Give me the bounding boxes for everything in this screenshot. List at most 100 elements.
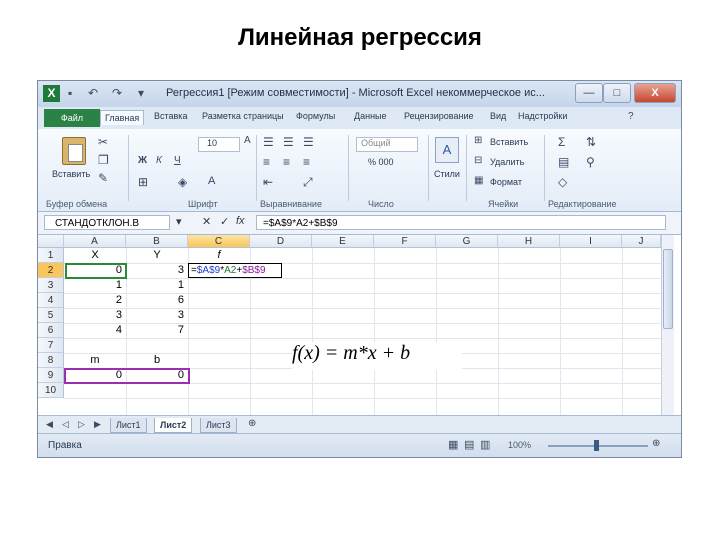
- page-break-view-icon[interactable]: ▥: [480, 438, 490, 451]
- cell-a8[interactable]: m: [64, 353, 126, 368]
- column-header-h[interactable]: H: [498, 235, 560, 248]
- find-select-icon[interactable]: ⚲: [586, 155, 595, 169]
- cell-a4[interactable]: 2: [64, 293, 122, 308]
- tab-insert[interactable]: Вставка: [154, 111, 187, 121]
- sheet-tab-2[interactable]: Лист2: [154, 418, 193, 433]
- minimize-button[interactable]: —: [575, 83, 603, 103]
- copy-icon[interactable]: ❐: [98, 153, 109, 167]
- row-header-6[interactable]: 6: [38, 323, 64, 338]
- bold-button[interactable]: Ж: [138, 155, 147, 166]
- cell-b6[interactable]: 7: [126, 323, 184, 338]
- new-sheet-icon[interactable]: ⊕: [248, 418, 256, 429]
- sheet-nav-next-icon[interactable]: ▷: [78, 419, 85, 430]
- tab-data[interactable]: Данные: [354, 111, 387, 121]
- align-bottom-icon[interactable]: ☰: [303, 135, 314, 149]
- zoom-level[interactable]: 100%: [508, 440, 531, 450]
- autosum-icon[interactable]: Σ: [558, 135, 565, 149]
- row-header-9[interactable]: 9: [38, 368, 64, 383]
- normal-view-icon[interactable]: ▦: [448, 438, 458, 451]
- zoom-slider-knob[interactable]: [594, 440, 599, 451]
- clear-icon[interactable]: ◇: [558, 175, 567, 189]
- column-header-i[interactable]: I: [560, 235, 622, 248]
- page-layout-view-icon[interactable]: ▤: [464, 438, 474, 451]
- name-box[interactable]: СТАНДОТКЛОН.В: [44, 215, 170, 230]
- percent-format-button[interactable]: % 000: [368, 157, 394, 167]
- column-header-a[interactable]: A: [64, 235, 126, 248]
- column-header-f[interactable]: F: [374, 235, 436, 248]
- align-right-icon[interactable]: ≡: [303, 155, 310, 169]
- align-left-icon[interactable]: ≡: [263, 155, 270, 169]
- insert-function-button[interactable]: fx: [236, 215, 245, 227]
- excel-app-icon[interactable]: X: [43, 85, 60, 102]
- cell-c2-editor[interactable]: =$A$9*A2+$B$9: [188, 263, 282, 278]
- orientation-icon[interactable]: ⤢: [303, 175, 313, 190]
- tab-formulas[interactable]: Формулы: [296, 111, 335, 121]
- align-top-icon[interactable]: ☰: [263, 135, 274, 149]
- cell-b5[interactable]: 3: [126, 308, 184, 323]
- paste-button[interactable]: Вставить: [52, 169, 90, 179]
- cell-a1[interactable]: X: [64, 248, 126, 263]
- sheet-nav-prev-icon[interactable]: ◁: [62, 419, 69, 430]
- help-icon[interactable]: ?: [628, 111, 634, 122]
- styles-button[interactable]: Стили: [434, 169, 460, 179]
- save-icon[interactable]: ▪: [68, 86, 72, 100]
- namebox-dropdown-icon[interactable]: ▾: [176, 215, 182, 228]
- font-color-icon[interactable]: A: [208, 175, 215, 187]
- undo-icon[interactable]: ↶: [88, 86, 98, 100]
- insert-cells-button[interactable]: Вставить: [490, 137, 528, 147]
- row-header-1[interactable]: 1: [38, 248, 64, 263]
- cell-a5[interactable]: 3: [64, 308, 122, 323]
- column-header-g[interactable]: G: [436, 235, 498, 248]
- cancel-formula-button[interactable]: ✕: [202, 215, 211, 228]
- vertical-scrollbar[interactable]: [661, 235, 674, 415]
- tab-file[interactable]: Файл: [44, 109, 100, 127]
- column-header-b[interactable]: B: [126, 235, 188, 248]
- tab-review[interactable]: Рецензирование: [404, 111, 474, 121]
- tab-home[interactable]: Главная: [100, 110, 145, 125]
- column-header-j[interactable]: J: [622, 235, 661, 248]
- column-header-e[interactable]: E: [312, 235, 374, 248]
- format-painter-icon[interactable]: ✎: [98, 171, 108, 185]
- cell-a6[interactable]: 4: [64, 323, 122, 338]
- cell-b3[interactable]: 1: [126, 278, 184, 293]
- cell-c1[interactable]: f: [188, 248, 250, 263]
- maximize-button[interactable]: □: [603, 83, 631, 103]
- sheet-tab-3[interactable]: Лист3: [200, 418, 237, 433]
- tab-addins[interactable]: Надстройки: [518, 111, 567, 121]
- row-header-4[interactable]: 4: [38, 293, 64, 308]
- paste-icon[interactable]: [62, 137, 86, 165]
- format-cells-icon[interactable]: ▦: [474, 175, 483, 186]
- tab-view[interactable]: Вид: [490, 111, 506, 121]
- sheet-nav-last-icon[interactable]: ▶: [94, 419, 101, 430]
- sheet-tab-1[interactable]: Лист1: [110, 418, 147, 433]
- sheet-nav-first-icon[interactable]: ◀: [46, 419, 53, 430]
- row-header-10[interactable]: 10: [38, 383, 64, 398]
- column-header-d[interactable]: D: [250, 235, 312, 248]
- delete-cells-icon[interactable]: ⊟: [474, 155, 482, 166]
- cell-b8[interactable]: b: [126, 353, 188, 368]
- fill-icon[interactable]: ▤: [558, 155, 569, 169]
- align-middle-icon[interactable]: ☰: [283, 135, 294, 149]
- italic-button[interactable]: К: [156, 155, 162, 166]
- indent-icon[interactable]: ⇤: [263, 175, 273, 189]
- tab-page-layout[interactable]: Разметка страницы: [202, 111, 284, 121]
- sort-filter-icon[interactable]: ⇅: [586, 135, 596, 149]
- delete-cells-button[interactable]: Удалить: [490, 157, 524, 167]
- borders-icon[interactable]: ⊞: [138, 175, 148, 189]
- insert-cells-icon[interactable]: ⊞: [474, 135, 482, 146]
- cell-a3[interactable]: 1: [64, 278, 122, 293]
- select-all-corner[interactable]: [38, 235, 64, 248]
- row-header-2[interactable]: 2: [38, 263, 64, 278]
- format-cells-button[interactable]: Формат: [490, 177, 522, 187]
- spreadsheet-grid[interactable]: A B C D E F G H I J 1 2 3 4 5 6 7 8 9 10: [38, 235, 681, 415]
- zoom-in-icon[interactable]: ⊕: [652, 438, 660, 449]
- column-header-c[interactable]: C: [188, 235, 250, 248]
- row-header-5[interactable]: 5: [38, 308, 64, 323]
- cell-b1[interactable]: Y: [126, 248, 188, 263]
- align-center-icon[interactable]: ≡: [283, 155, 290, 169]
- row-header-3[interactable]: 3: [38, 278, 64, 293]
- vertical-scroll-thumb[interactable]: [663, 249, 673, 329]
- underline-button[interactable]: Ч: [174, 155, 181, 166]
- formula-input[interactable]: =$A$9*A2+$B$9: [256, 215, 666, 230]
- fill-color-icon[interactable]: ◈: [178, 175, 187, 189]
